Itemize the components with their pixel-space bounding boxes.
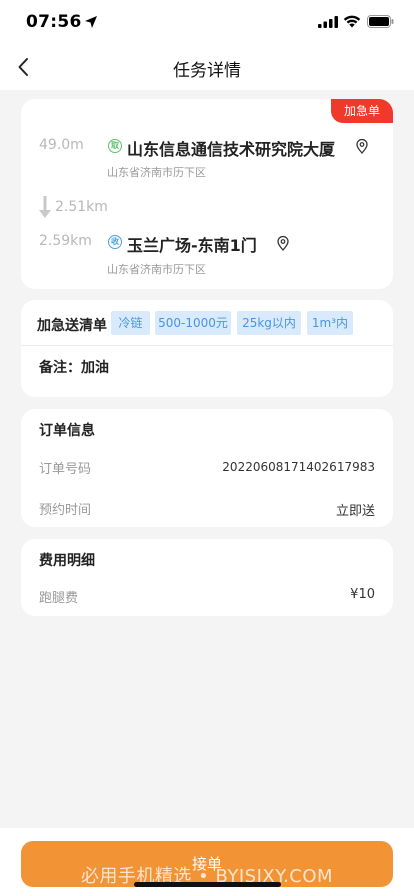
dropoff-map-pin-icon[interactable]: [277, 236, 289, 251]
status-bar: 07:56: [0, 0, 414, 44]
pickup-point-icon: 取: [108, 139, 122, 153]
pickup-name: 山东信息通信技术研究院大厦: [127, 140, 336, 159]
tag-chip: 500-1000元: [155, 311, 231, 335]
nav-bar: 任务详情: [0, 44, 414, 90]
appointment-time-label: 预约时间: [39, 503, 92, 518]
pickup-map-pin-icon[interactable]: [356, 139, 368, 154]
tag-chip: 冷链: [111, 311, 150, 335]
order-info-card: 订单信息 订单号码 20220608171402617983 预约时间 立即送: [21, 409, 393, 527]
fee-detail-title: 费用明细: [39, 553, 95, 569]
tag-chip: 25kg以内: [237, 311, 301, 335]
errand-fee-value: ¥10: [350, 587, 375, 602]
page-title: 任务详情: [173, 61, 241, 81]
location-arrow-icon: [85, 16, 97, 28]
wifi-icon: [343, 15, 361, 28]
route-distance: 2.51km: [55, 199, 108, 215]
dropoff-distance: 2.59km: [39, 233, 92, 249]
order-info-title: 订单信息: [39, 423, 95, 439]
errand-fee-label: 跑腿费: [39, 591, 79, 606]
urgent-badge: 加急单: [331, 99, 393, 123]
tag-chip: 1m³内: [307, 311, 353, 335]
bottom-bar: 接单 必用手机精选 • BYJSJXY.COM: [0, 828, 414, 896]
delivery-list-card: 加急送清单 冷链 500-1000元 25kg以内 1m³内 备注：加油: [21, 300, 393, 397]
remark-text: 备注：加油: [39, 360, 109, 376]
divider: [21, 345, 393, 346]
home-indicator: [134, 882, 281, 887]
cellular-signal-icon: [318, 16, 338, 28]
delivery-list-title: 加急送清单: [37, 318, 107, 334]
fee-detail-card: 费用明细 跑腿费 ¥10: [21, 539, 393, 616]
dropoff-address: 山东省济南市历下区: [107, 263, 206, 276]
route-card: 加急单 49.0m 取 山东信息通信技术研究院大厦 山东省济南市历下区 2.59…: [21, 99, 393, 289]
down-arrow-icon: [39, 196, 51, 218]
dropoff-name: 玉兰广场-东南1门: [127, 236, 257, 255]
dropoff-point-icon: 收: [108, 235, 122, 249]
pickup-distance: 49.0m: [39, 137, 84, 153]
status-time: 07:56: [26, 12, 82, 32]
order-number-label: 订单号码: [39, 462, 92, 477]
pickup-address: 山东省济南市历下区: [107, 166, 206, 179]
battery-icon: [367, 15, 394, 28]
appointment-time-value: 立即送: [335, 504, 375, 519]
order-number-value[interactable]: 20220608171402617983: [222, 460, 375, 474]
